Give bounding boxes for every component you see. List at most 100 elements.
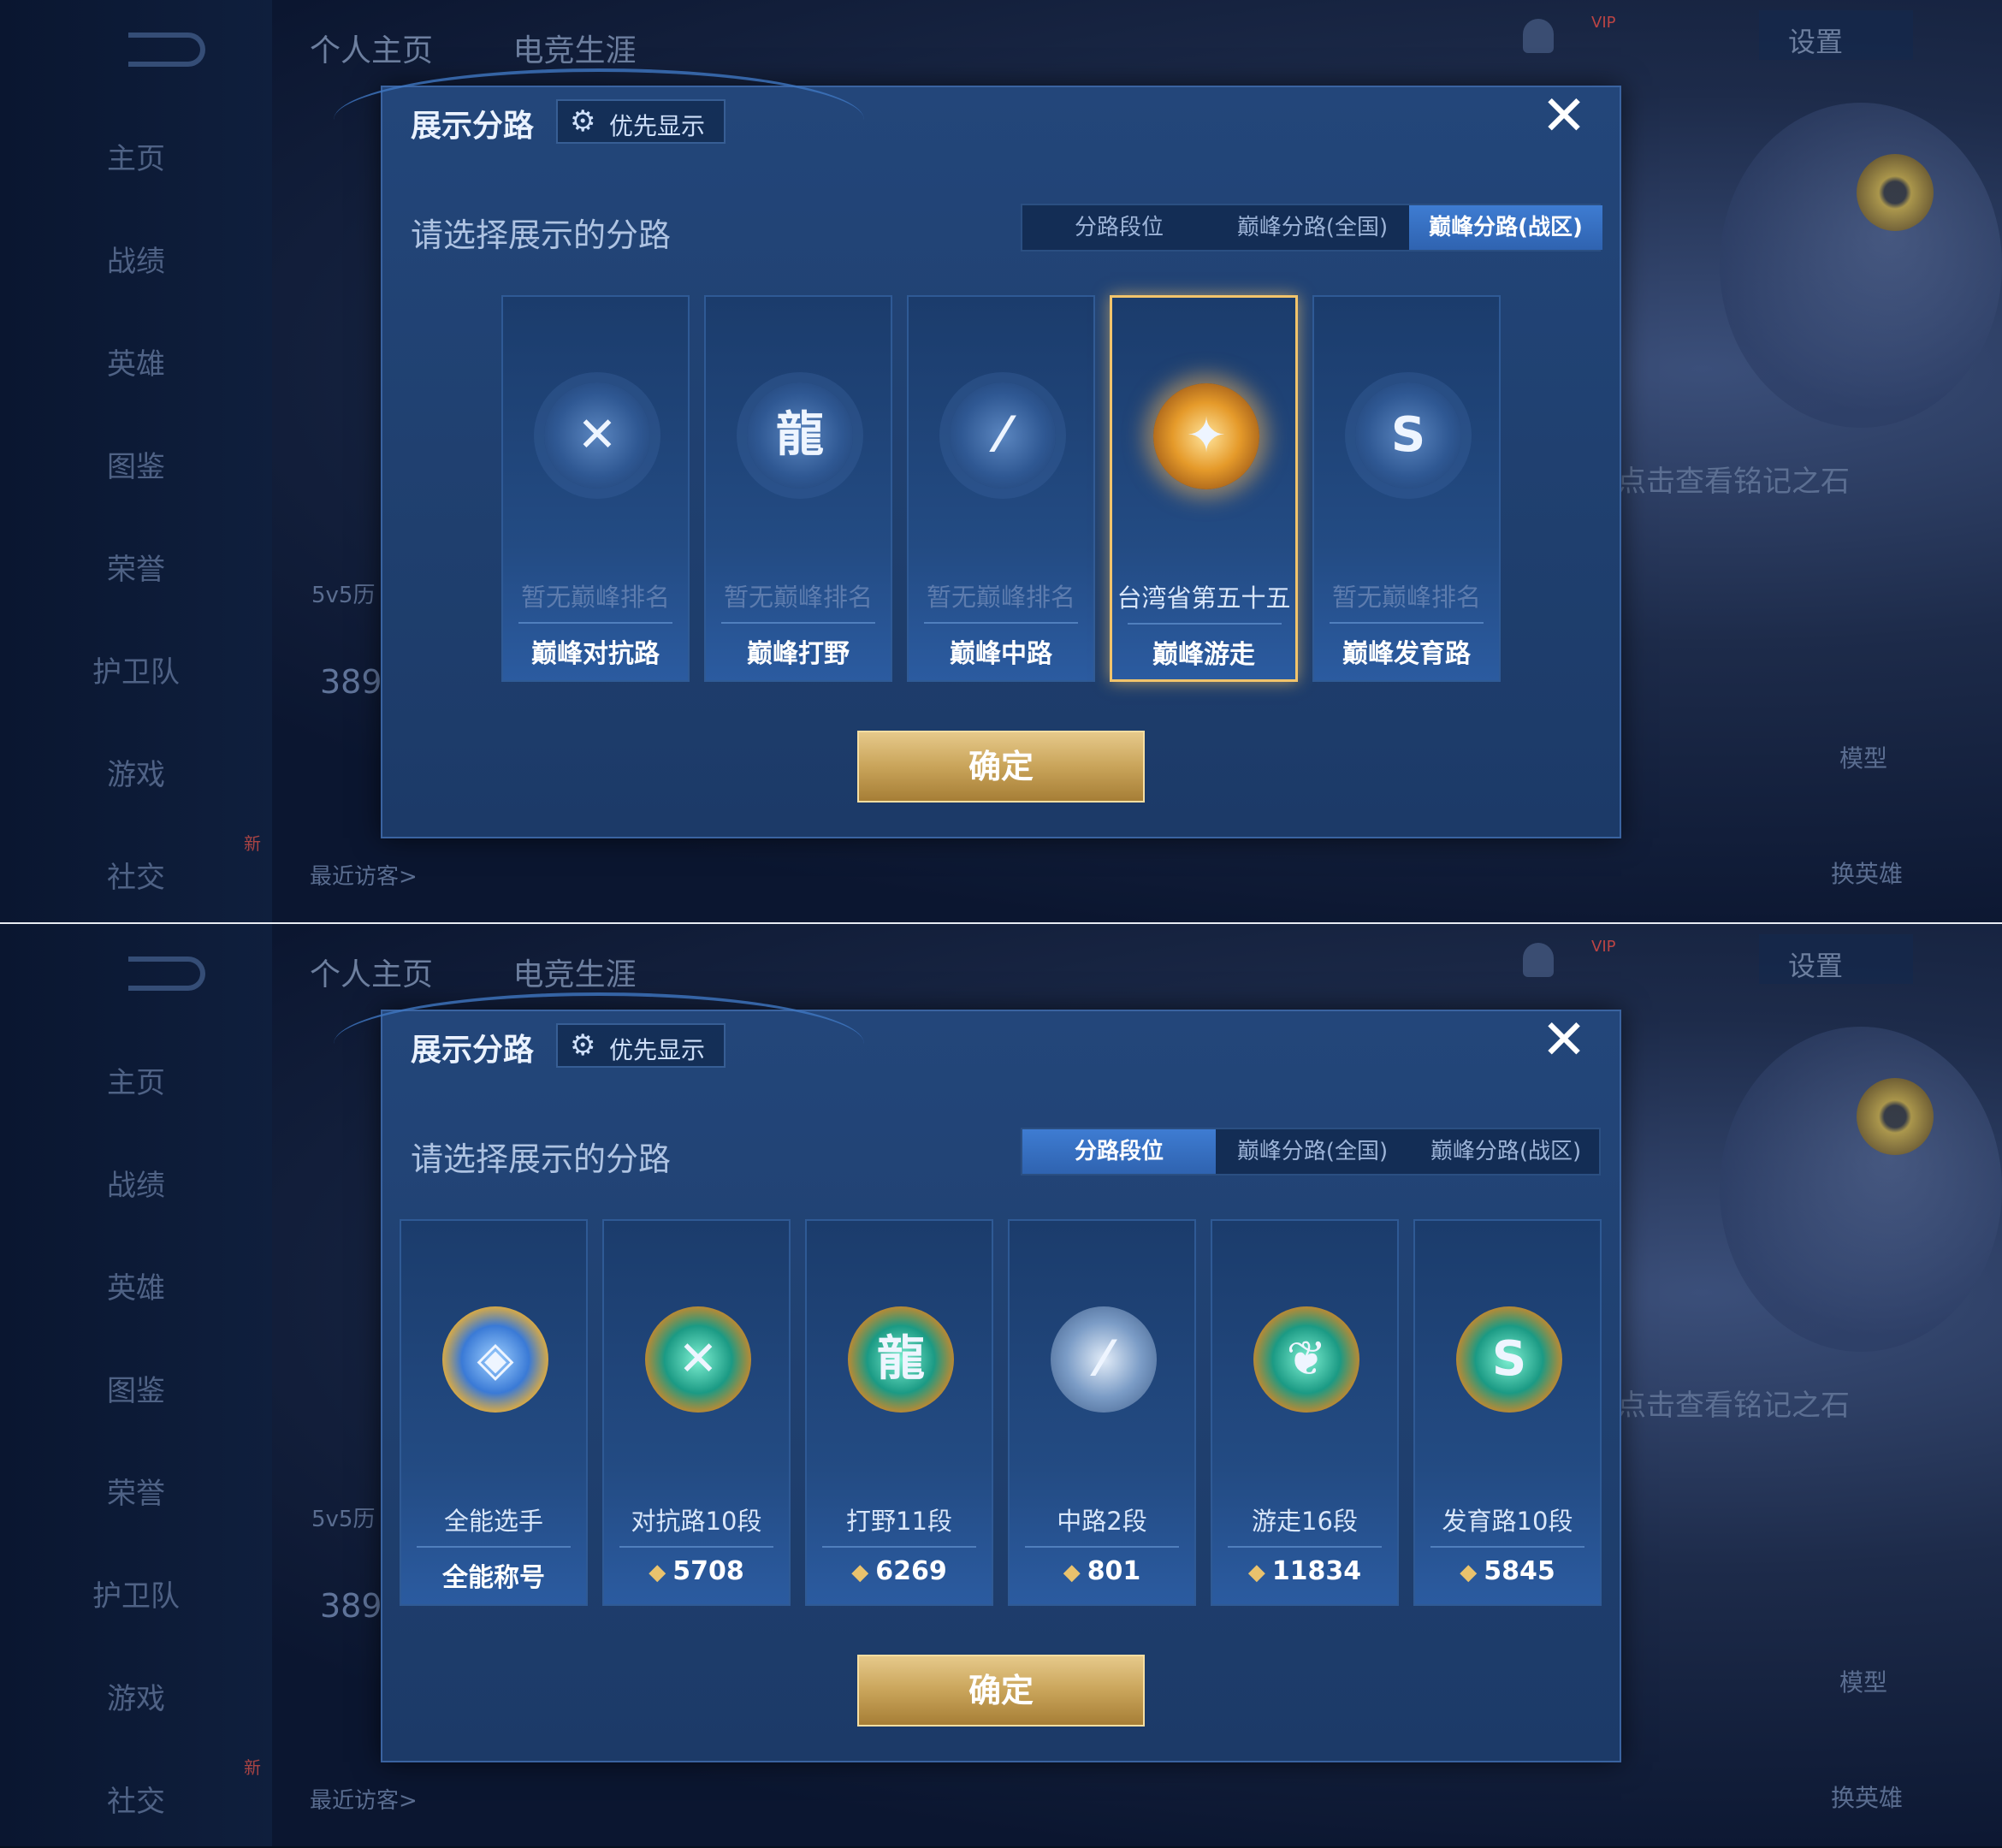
lane-card-clash[interactable]: ✕ 暂无巅峰排名 巅峰对抗路 <box>501 295 690 682</box>
close-button[interactable]: ✕ <box>1540 1013 1588 1068</box>
sidebar-item-home[interactable]: 主页 <box>0 1059 272 1101</box>
lane-card-mid[interactable]: ⁄ 暂无巅峰排名 巅峰中路 <box>907 295 1095 682</box>
card-name: 巅峰游走 <box>1152 640 1255 670</box>
settings-button[interactable]: 设置 <box>1759 934 1913 984</box>
tab-peak-national[interactable]: 巅峰分路(全国) <box>1216 1129 1409 1174</box>
card-rank: 全能选手 <box>443 1507 543 1536</box>
card-name: 巅峰对抗路 <box>531 639 660 669</box>
recent-visitors-link[interactable]: 最近访客> <box>310 859 418 891</box>
tab-peak-region[interactable]: 巅峰分路(战区) <box>1409 1129 1602 1174</box>
lane-card-farm[interactable]: S 暂无巅峰排名 巅峰发育路 <box>1312 295 1501 682</box>
tab-esports[interactable]: 电竞生涯 <box>512 957 636 992</box>
farm-lane-icon: S <box>1456 1306 1562 1413</box>
stone-hint[interactable]: 点击查看铭记之石 <box>1617 458 1850 500</box>
mode-label: 5v5历 <box>311 583 376 608</box>
new-badge: 新 <box>244 833 261 854</box>
tab-esports[interactable]: 电竞生涯 <box>512 33 636 68</box>
points-icon: ◆ <box>1247 1560 1265 1585</box>
sidebar-item-social[interactable]: 社交 <box>0 1778 272 1820</box>
points-value: 5708 <box>672 1556 744 1586</box>
bell-icon[interactable] <box>1523 943 1554 977</box>
model-button[interactable]: 模型 <box>1839 1664 1887 1698</box>
sidebar-item-game[interactable]: 游戏 <box>0 1675 272 1717</box>
priority-display-button[interactable]: ⚙ 优先显示 <box>556 99 726 144</box>
background-top-tabs: 个人主页 电竞生涯 <box>310 950 706 994</box>
card-divider <box>1025 1546 1179 1548</box>
gear-icon: ⚙ <box>570 104 596 139</box>
mid-lane-icon: ⁄ <box>1051 1306 1157 1413</box>
lane-card-farm[interactable]: S 发育路10段 ◆ 5845 <box>1413 1219 1602 1606</box>
tab-peak-region[interactable]: 巅峰分路(战区) <box>1409 205 1602 250</box>
sidebar-item-atlas[interactable]: 图鉴 <box>0 443 272 485</box>
card-points: ◆ 5845 <box>1415 1556 1600 1586</box>
card-name: 巅峰打野 <box>747 639 850 669</box>
stone-hint[interactable]: 点击查看铭记之石 <box>1617 1382 1850 1424</box>
sidebar-item-honor[interactable]: 荣誉 <box>0 1470 272 1512</box>
lane-card-jungle[interactable]: 龍 打野11段 ◆ 6269 <box>805 1219 993 1606</box>
card-points: ◆ 801 <box>1010 1556 1194 1586</box>
card-name: 巅峰发育路 <box>1342 639 1471 669</box>
sidebar-item-record[interactable]: 战绩 <box>0 1162 272 1204</box>
screen-lane-rank: 主页 战绩 英雄 图鉴 荣誉 护卫队 游戏 社交 新 个人主页 电竞生涯 VIP… <box>0 924 2002 1846</box>
confirm-button[interactable]: 确定 <box>857 1655 1145 1727</box>
confirm-button[interactable]: 确定 <box>857 731 1145 803</box>
points-icon: ◆ <box>1063 1560 1081 1585</box>
close-icon: ✕ <box>1541 85 1587 148</box>
recent-visitors-link[interactable]: 最近访客> <box>310 1783 418 1815</box>
sidebar-item-game[interactable]: 游戏 <box>0 751 272 793</box>
sidebar-item-social[interactable]: 社交 <box>0 854 272 896</box>
card-divider <box>1228 1546 1382 1548</box>
card-rank: 暂无巅峰排名 <box>520 583 670 612</box>
swap-hero-button[interactable]: 换英雄 <box>1831 856 1903 890</box>
roam-gold-icon: ✦ <box>1153 383 1259 489</box>
points-icon: ◆ <box>1460 1560 1478 1585</box>
lane-card-mid[interactable]: ⁄ 中路2段 ◆ 801 <box>1008 1219 1196 1606</box>
swap-hero-button[interactable]: 换英雄 <box>1831 1780 1903 1814</box>
lane-card-roam[interactable]: ✦ 台湾省第五十五 巅峰游走 <box>1110 295 1298 682</box>
close-button[interactable]: ✕ <box>1540 89 1588 144</box>
settings-button[interactable]: 设置 <box>1759 10 1913 60</box>
card-divider <box>619 1546 773 1548</box>
sidebar-item-hero[interactable]: 英雄 <box>0 341 272 382</box>
sidebar-item-guard[interactable]: 护卫队 <box>0 1573 272 1614</box>
model-button[interactable]: 模型 <box>1839 740 1887 774</box>
sidebar: 主页 战绩 英雄 图鉴 荣誉 护卫队 游戏 社交 新 <box>0 924 272 1846</box>
points-value: 6269 <box>875 1556 947 1586</box>
points-value: 801 <box>1087 1556 1141 1586</box>
back-icon[interactable] <box>128 957 205 991</box>
sidebar-item-honor[interactable]: 荣誉 <box>0 546 272 588</box>
hero-creature-image <box>1720 103 2002 428</box>
priority-display-button[interactable]: ⚙ 优先显示 <box>556 1023 726 1068</box>
card-divider <box>721 622 875 624</box>
card-name: 巅峰中路 <box>950 639 1052 669</box>
tab-lane-rank[interactable]: 分路段位 <box>1022 205 1216 250</box>
points-value: 5845 <box>1484 1556 1555 1586</box>
tab-profile[interactable]: 个人主页 <box>310 33 433 68</box>
clash-lane-icon: ✕ <box>544 382 650 489</box>
card-rank: 暂无巅峰排名 <box>1331 583 1481 612</box>
tab-lane-rank[interactable]: 分路段位 <box>1022 1129 1216 1174</box>
points-icon: ◆ <box>851 1560 869 1585</box>
sidebar-item-guard[interactable]: 护卫队 <box>0 649 272 690</box>
lane-card-clash[interactable]: ✕ 对抗路10段 ◆ 5708 <box>602 1219 791 1606</box>
sidebar: 主页 战绩 英雄 图鉴 荣誉 护卫队 游戏 社交 新 <box>0 0 272 922</box>
sidebar-item-home[interactable]: 主页 <box>0 135 272 177</box>
card-rank: 台湾省第五十五 <box>1116 583 1291 613</box>
sidebar-item-atlas[interactable]: 图鉴 <box>0 1367 272 1409</box>
tab-profile[interactable]: 个人主页 <box>310 957 433 992</box>
lane-card-all-round[interactable]: ◈ 全能选手 全能称号 <box>400 1219 588 1606</box>
sidebar-item-hero[interactable]: 英雄 <box>0 1265 272 1306</box>
gear-icon: ⚙ <box>570 1028 596 1063</box>
back-icon[interactable] <box>128 33 205 67</box>
lane-card-roam[interactable]: ❦ 游走16段 ◆ 11834 <box>1211 1219 1399 1606</box>
jungle-dragon-icon: 龍 <box>848 1306 954 1413</box>
sidebar-item-record[interactable]: 战绩 <box>0 238 272 280</box>
background-top-tabs: 个人主页 电竞生涯 <box>310 26 706 70</box>
card-rank: 中路2段 <box>1057 1507 1147 1536</box>
mode-label: 5v5历 <box>311 1507 376 1532</box>
tab-peak-national[interactable]: 巅峰分路(全国) <box>1216 205 1409 250</box>
points-value: 11834 <box>1271 1556 1362 1586</box>
lane-card-jungle[interactable]: 龍 暂无巅峰排名 巅峰打野 <box>704 295 892 682</box>
card-divider <box>822 1546 976 1548</box>
bell-icon[interactable] <box>1523 19 1554 53</box>
